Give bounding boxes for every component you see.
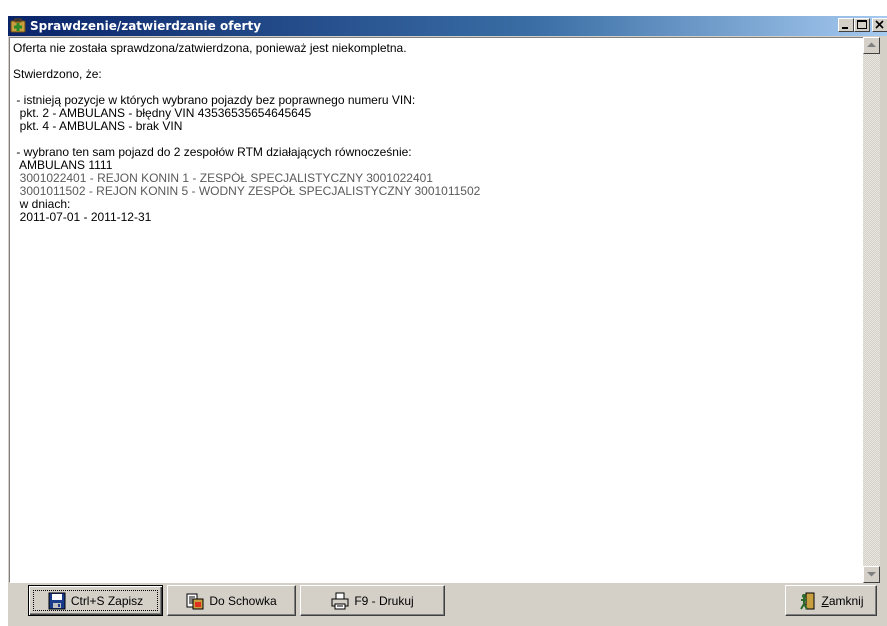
message-line: [13, 133, 851, 146]
close-button[interactable]: Zamknij: [785, 585, 877, 616]
scroll-down-button[interactable]: [863, 566, 880, 583]
message-line: AMBULANS 1111: [13, 159, 113, 172]
maximize-button[interactable]: [854, 18, 870, 32]
scroll-up-button[interactable]: [863, 37, 880, 54]
vertical-scrollbar[interactable]: [863, 37, 880, 583]
title-bar[interactable]: Sprawdzenie/zatwierdzanie oferty: [8, 16, 887, 36]
arrow-up-icon: [867, 42, 876, 47]
message-line: [13, 55, 851, 68]
printer-icon: [331, 592, 349, 610]
message-line: Stwierdzono, że:: [13, 68, 102, 81]
first-aid-icon: [10, 18, 26, 34]
dialog-window: Sprawdzenie/zatwierdzanie oferty Oferta …: [8, 16, 887, 626]
message-line: Oferta nie została sprawdzona/zatwierdzo…: [13, 42, 407, 55]
save-button[interactable]: Ctrl+S Zapisz: [28, 585, 163, 616]
message-line: 3001022401 - REJON KONIN 1 - ZESPÓŁ SPEC…: [13, 172, 433, 185]
print-button[interactable]: F9 - Drukuj: [300, 585, 445, 616]
message-line: pkt. 4 - AMBULANS - brak VIN: [13, 120, 183, 133]
message-area[interactable]: Oferta nie została sprawdzona/zatwierdzo…: [9, 37, 864, 583]
close-button-label: Zamknij: [821, 594, 863, 608]
button-bar: Ctrl+S Zapisz Do Schowka F9 - Drukuj Zam…: [8, 583, 887, 626]
copy-to-clipboard-button[interactable]: Do Schowka: [167, 585, 296, 616]
message-line: - istnieją pozycje w których wybrano poj…: [13, 94, 416, 107]
exit-door-icon: [798, 592, 816, 610]
message-line: [13, 81, 851, 94]
message-text: Oferta nie została sprawdzona/zatwierdzo…: [13, 42, 851, 224]
message-line: w dniach:: [13, 198, 71, 211]
clipboard-icon: [186, 592, 204, 610]
print-button-label: F9 - Drukuj: [354, 593, 414, 608]
minimize-button[interactable]: [838, 18, 854, 32]
close-window-button[interactable]: [872, 18, 887, 32]
arrow-down-icon: [867, 572, 876, 577]
message-line: pkt. 2 - AMBULANS - błędny VIN 435365356…: [13, 107, 312, 120]
copy-button-label: Do Schowka: [209, 593, 277, 608]
window-title: Sprawdzenie/zatwierdzanie oferty: [30, 19, 262, 33]
floppy-disk-icon: [48, 592, 66, 610]
message-line: - wybrano ten sam pojazd do 2 zespołów R…: [13, 146, 412, 159]
close-button-mnemonic: Z: [821, 593, 829, 608]
message-line: 2011-07-01 - 2011-12-31: [13, 211, 152, 224]
close-button-label-rest: amknij: [828, 593, 864, 608]
message-line: 3001011502 - REJON KONIN 5 - WODNY ZESPÓ…: [13, 185, 481, 198]
